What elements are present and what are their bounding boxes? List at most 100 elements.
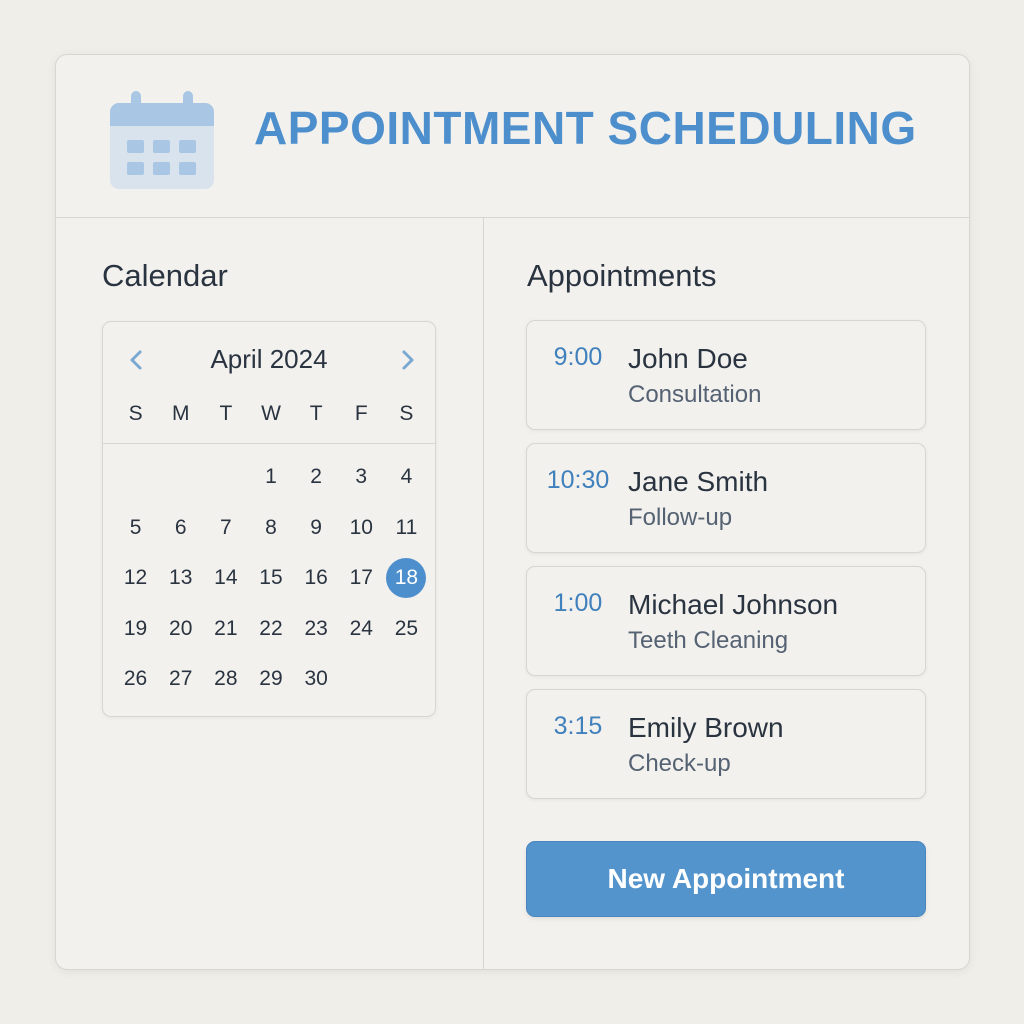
appointment-patient-name: Emily Brown [628,712,784,743]
calendar-empty-cell [203,452,248,503]
calendar-day-number: 29 [259,667,283,691]
calendar-day[interactable]: 15 [248,553,293,604]
calendar-widget: April 2024 SMTWTFS 1 2 3 4 5 6 7 8 9 10 11 12 13 14 15… [102,321,436,717]
calendar-day-number: 1 [265,465,277,489]
weekday-label: S [399,402,414,425]
calendar-day-number: 24 [349,616,373,640]
appointment-time: 3:15 [553,712,603,740]
weekday-label: W [261,402,281,425]
calendar-day-number: 17 [349,566,373,590]
calendar-empty-cell [158,452,203,503]
weekday-label: T [219,402,233,425]
calendar-day[interactable]: 23 [294,604,339,655]
calendar-day-number: 26 [123,667,148,691]
calendar-day-number: 11 [395,515,418,539]
calendar-day-number: 21 [214,616,238,640]
calendar-day-number: 10 [349,515,373,539]
calendar-heading: Calendar [102,258,228,293]
appointment-patient-name: Michael Johnson [628,589,839,620]
calendar-day[interactable]: 5 [113,503,158,554]
calendar-day[interactable]: 17 [339,553,384,604]
weekday-label: S [128,402,143,425]
calendar-day[interactable]: 29 [248,654,293,705]
appointment-patient-name: Jane Smith [628,466,769,497]
appointment-list: 9:00 John Doe Consultation 10:30 Jane Smith F… [526,320,926,812]
calendar-day[interactable]: 6 [158,503,203,554]
calendar-day-number: 8 [265,515,277,539]
calendar-day[interactable]: 16 [294,553,339,604]
calendar-day-number: 12 [123,566,148,590]
weekday-label: T [309,402,323,425]
appointment-card[interactable]: 10:30 Jane Smith Follow-up [526,443,926,553]
calendar-day[interactable]: 25 [384,604,429,655]
appointment-type: Consultation [628,381,762,408]
calendar-month-label: April 2024 [210,344,328,374]
appointment-time: 1:00 [553,589,603,617]
calendar-day[interactable]: 12 [113,553,158,604]
calendar-day[interactable]: 3 [339,452,384,503]
appointment-type: Follow-up [628,504,733,531]
appointment-patient-name: John Doe [628,343,748,374]
calendar-day[interactable]: 2 [294,452,339,503]
appointment-time: 10:30 [546,466,610,494]
calendar-day[interactable]: 14 [203,553,248,604]
weekday-label: M [171,402,190,425]
calendar-day[interactable]: 11 [384,503,429,554]
chevron-right-icon[interactable] [393,340,423,380]
calendar-divider [103,443,435,444]
calendar-day-number: 27 [169,667,193,691]
appointment-type: Teeth Cleaning [628,627,789,654]
calendar-day-number: 25 [394,616,419,640]
header: APPOINTMENT SCHEDULING [56,55,969,218]
calendar-day-number: 3 [355,465,368,489]
new-appointment-button[interactable]: New Appointment [526,841,926,917]
calendar-day[interactable]: 21 [203,604,248,655]
calendar-day[interactable]: 1 [248,452,293,503]
calendar-day-number: 13 [169,566,193,590]
calendar-day[interactable]: 13 [158,553,203,604]
app-title: APPOINTMENT SCHEDULING [254,102,917,154]
calendar-day-number: 16 [304,566,328,590]
calendar-day[interactable]: 30 [294,654,339,705]
calendar-day-number: 5 [129,515,142,539]
calendar-day-number: 14 [214,566,238,590]
calendar-day-selected[interactable]: 18 [384,553,429,604]
calendar-day[interactable]: 8 [248,503,293,554]
appointment-card[interactable]: 1:00 Michael Johnson Teeth Cleaning [526,566,926,676]
appointment-card[interactable]: 3:15 Emily Brown Check-up [526,689,926,799]
column-divider [483,218,484,969]
calendar-day-number: 23 [304,616,328,640]
appointments-heading: Appointments [527,258,717,293]
calendar-day[interactable]: 28 [203,654,248,705]
calendar-day[interactable]: 24 [339,604,384,655]
calendar-day[interactable]: 22 [248,604,293,655]
calendar-day-number: 4 [400,465,413,489]
calendar-day-number: 22 [259,616,283,640]
calendar-day[interactable]: 7 [203,503,248,554]
scheduling-card: APPOINTMENT SCHEDULING Calendar April 20… [55,54,970,970]
calendar-day-number: 19 [123,616,148,640]
calendar-day-number: 9 [310,515,322,539]
calendar-day-number: 28 [214,667,238,691]
weekday-label: F [354,402,368,425]
calendar-day-number: 30 [304,667,328,691]
appointment-type: Check-up [628,750,731,777]
calendar-day-number: 15 [259,566,283,590]
calendar-day[interactable]: 4 [384,452,429,503]
calendar-day[interactable]: 10 [339,503,384,554]
calendar-weekday-row: SMTWTFS [113,402,429,426]
appointment-time: 9:00 [553,343,603,371]
calendar-day-number: 20 [169,616,193,640]
calendar-day[interactable]: 20 [158,604,203,655]
calendar-day-number: 2 [310,465,322,489]
calendar-day-grid: 1 2 3 4 5 6 7 8 9 10 11 12 13 14 15 16 17 18 19 20 21 22 23 24 2… [113,452,429,705]
calendar-day-number: 7 [220,515,232,539]
appointment-card[interactable]: 9:00 John Doe Consultation [526,320,926,430]
calendar-day[interactable]: 26 [113,654,158,705]
calendar-day-number: 6 [174,515,187,539]
calendar-day[interactable]: 19 [113,604,158,655]
calendar-icon [110,91,216,191]
calendar-empty-cell [113,452,158,503]
calendar-day[interactable]: 27 [158,654,203,705]
calendar-day[interactable]: 9 [294,503,339,554]
